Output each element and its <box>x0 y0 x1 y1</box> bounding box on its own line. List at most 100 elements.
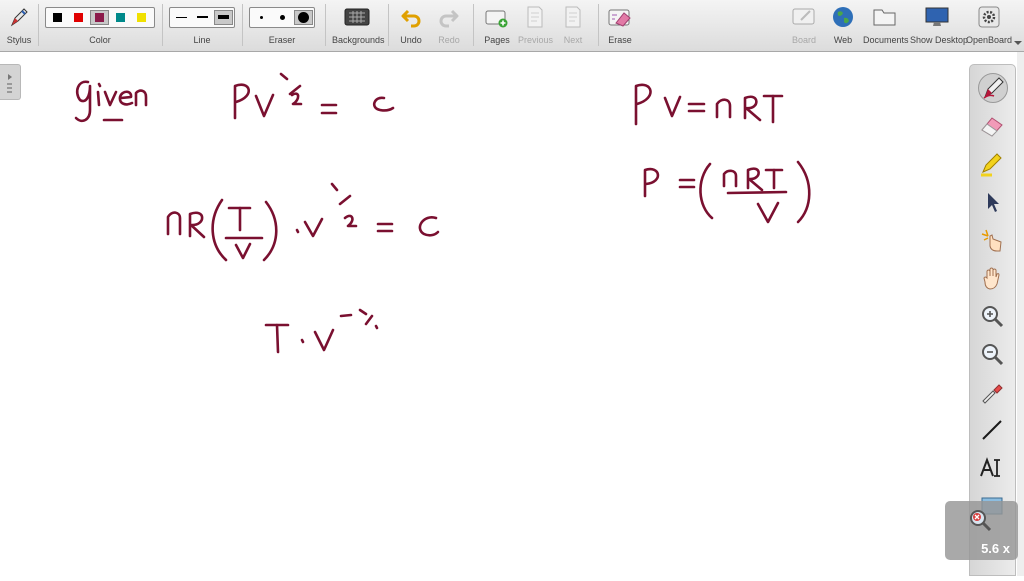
hand-icon <box>983 267 1000 290</box>
pages-label: Pages <box>484 35 510 45</box>
erase-label: Erase <box>608 35 632 45</box>
text-tool-button[interactable] <box>978 454 1008 484</box>
zoom-in-tool-button[interactable] <box>978 302 1008 332</box>
zoom-out-icon <box>982 344 1004 366</box>
toolbar-separator <box>242 4 243 46</box>
next-page-button[interactable]: Next <box>558 4 588 50</box>
zoom-out-tool-button[interactable] <box>978 340 1008 370</box>
line-thick-button-selected[interactable] <box>214 10 233 25</box>
gear-icon <box>978 6 1000 28</box>
backgrounds-button[interactable]: Backgrounds <box>332 4 385 50</box>
board-button[interactable]: Board <box>789 4 819 50</box>
eraser-tool-button[interactable] <box>978 112 1008 142</box>
monitor-icon <box>925 7 949 26</box>
zoom-close-icon[interactable] <box>967 507 995 535</box>
laser-pointer-icon <box>981 229 1002 252</box>
show-desktop-button[interactable]: Show Desktop <box>910 4 969 50</box>
pointer-icon <box>988 193 999 212</box>
globe-icon <box>833 7 853 27</box>
vertical-scrollbar[interactable] <box>1017 52 1024 576</box>
eraser-medium-button[interactable] <box>273 10 292 25</box>
toolbar-separator <box>162 4 163 46</box>
previous-label: Previous <box>518 35 554 45</box>
backgrounds-icon <box>344 8 370 26</box>
line-icon <box>982 420 1002 440</box>
color-swatch-red[interactable] <box>69 10 88 25</box>
undo-button[interactable]: Undo <box>396 4 426 50</box>
documents-label: Documents <box>863 35 909 45</box>
color-palette <box>45 7 155 28</box>
stylus-label: Stylus <box>6 35 32 45</box>
eraser-icon <box>981 117 1003 137</box>
stylus-icon <box>10 8 28 27</box>
main-toolbar: Stylus Color Line Eraser Backgrounds Und… <box>0 0 1024 52</box>
redo-label: Redo <box>438 35 460 45</box>
erase-button[interactable]: Erase <box>605 4 635 50</box>
board-label: Board <box>791 35 817 45</box>
ink-given <box>74 80 148 123</box>
color-picker-icon <box>982 384 1003 404</box>
show-desktop-label: Show Desktop <box>910 35 969 45</box>
zoom-indicator: 5.6 x <box>945 501 1018 560</box>
hand-tool-button[interactable] <box>978 264 1008 294</box>
marker-icon <box>981 153 1002 177</box>
previous-page-icon <box>527 6 543 28</box>
ink-pv-equals-nrt <box>634 83 784 126</box>
zoom-level-label: 5.6 x <box>981 541 1010 556</box>
pen-tool-button-selected[interactable] <box>978 73 1008 103</box>
line-thin-button[interactable] <box>172 10 191 25</box>
color-label: Color <box>89 35 111 45</box>
erase-all-icon <box>608 9 631 27</box>
redo-button[interactable]: Redo <box>434 4 464 50</box>
color-swatch-black[interactable] <box>48 10 67 25</box>
toolbar-separator <box>38 4 39 46</box>
toolbar-separator <box>598 4 599 46</box>
line-medium-button[interactable] <box>193 10 212 25</box>
openboard-label: OpenBoard <box>966 35 1013 45</box>
add-page-icon <box>485 10 508 28</box>
eraser-size-group <box>249 7 315 28</box>
eraser-large-button-selected[interactable] <box>294 10 313 25</box>
line-width-group <box>169 7 235 28</box>
color-picker-tool-button[interactable] <box>978 378 1008 408</box>
line-tool-button[interactable] <box>978 416 1008 446</box>
pen-icon <box>983 77 1004 99</box>
ink-t-v-neg-half <box>264 308 379 354</box>
next-label: Next <box>563 35 583 45</box>
stylus-button[interactable]: Stylus <box>4 4 34 50</box>
openboard-menu-button[interactable]: OpenBoard <box>966 4 1012 50</box>
ink-nr-t-over-v-equation <box>166 182 440 262</box>
tool-sidebar <box>969 64 1016 576</box>
undo-label: Undo <box>400 35 422 45</box>
page-thumbnails-tab[interactable] <box>0 64 21 100</box>
ink-pv-half-equals-c <box>233 72 395 120</box>
selector-tool-button[interactable] <box>978 188 1008 218</box>
folder-icon <box>873 9 896 26</box>
web-label: Web <box>833 35 853 45</box>
play-tool-button[interactable] <box>978 226 1008 256</box>
web-button[interactable]: Web <box>828 4 858 50</box>
color-swatch-maroon-selected[interactable] <box>90 10 109 25</box>
board-icon <box>792 8 815 25</box>
pages-button[interactable]: Pages <box>482 4 512 50</box>
documents-button[interactable]: Documents <box>863 4 909 50</box>
color-swatch-yellow[interactable] <box>132 10 151 25</box>
marker-tool-button[interactable] <box>978 150 1008 180</box>
expand-arrow-icon <box>7 74 12 93</box>
eraser-label: Eraser <box>268 35 296 45</box>
zoom-in-icon <box>982 306 1004 328</box>
text-icon <box>980 457 1000 477</box>
toolbar-collapse-icon[interactable] <box>1014 40 1022 46</box>
toolbar-separator <box>388 4 389 46</box>
toolbar-separator <box>325 4 326 46</box>
ink-p-equals-nrt-over-v <box>643 160 811 224</box>
previous-page-button[interactable]: Previous <box>518 4 554 50</box>
backgrounds-label: Backgrounds <box>332 35 385 45</box>
line-label: Line <box>193 35 211 45</box>
whiteboard-canvas[interactable] <box>0 52 1024 576</box>
eraser-small-button[interactable] <box>252 10 271 25</box>
next-page-icon <box>565 6 581 28</box>
color-swatch-teal[interactable] <box>111 10 130 25</box>
redo-icon <box>439 9 459 28</box>
handwriting-layer <box>74 72 811 354</box>
